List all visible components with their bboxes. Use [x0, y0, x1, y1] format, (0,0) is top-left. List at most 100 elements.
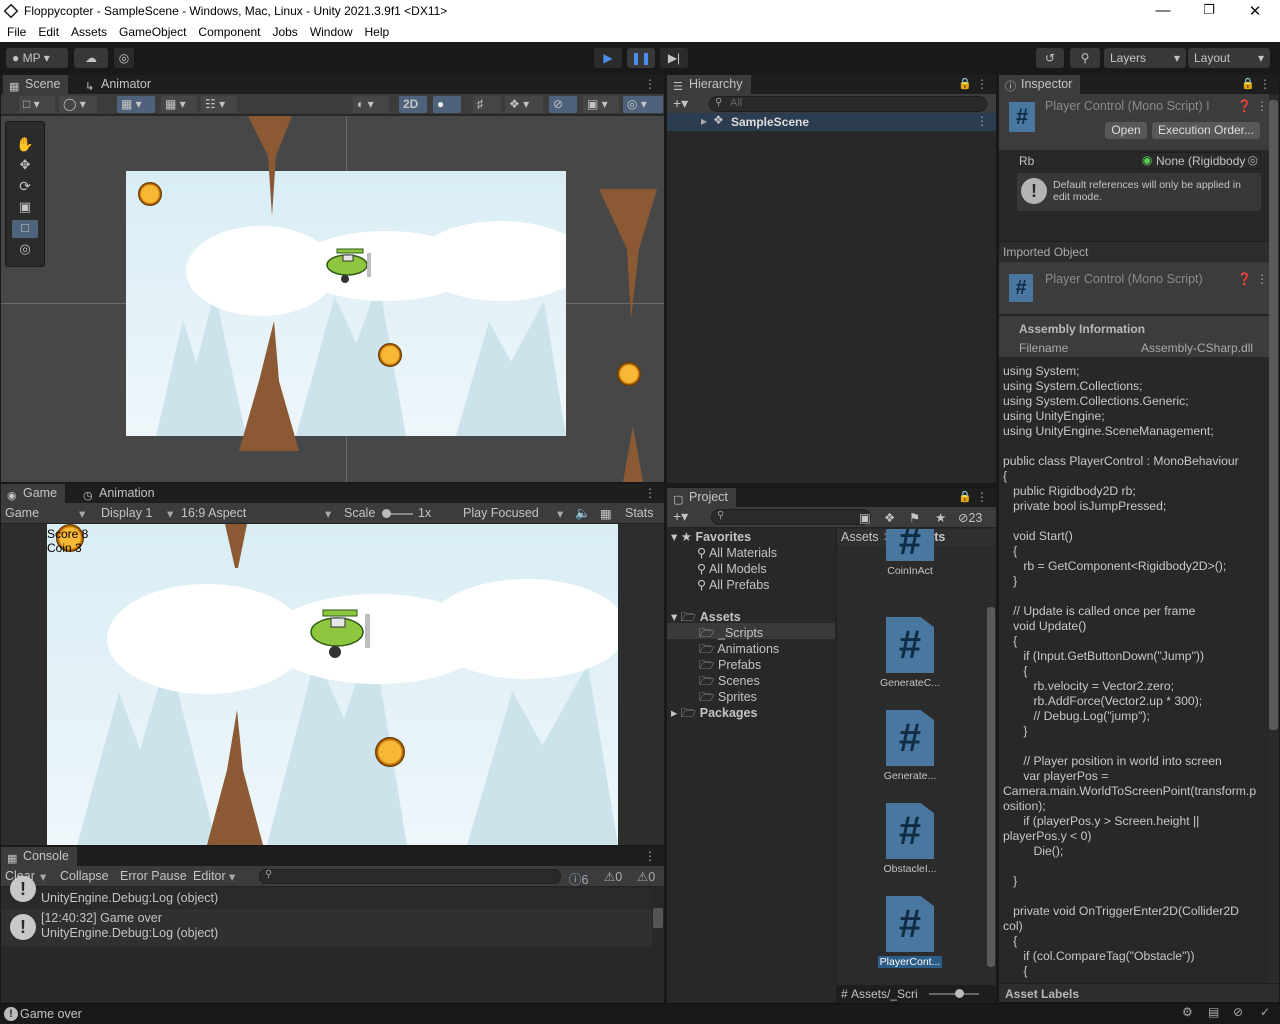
scale-tool-icon[interactable]: ▣	[12, 199, 38, 217]
script-asset[interactable]: # Generate...	[875, 710, 945, 782]
audio-icon[interactable]: ♯	[473, 96, 501, 113]
account-dropdown[interactable]: ● MP ▾	[6, 48, 68, 68]
visibility-icon[interactable]: ⊘	[549, 96, 577, 113]
step-button[interactable]: ▶|	[660, 48, 688, 68]
icon-size-slider[interactable]	[929, 993, 979, 995]
error-count-toggle[interactable]: ⚠0	[637, 869, 655, 884]
more-icon[interactable]: ⋮	[1256, 272, 1268, 286]
hierarchy-search-input[interactable]: ⚲ All	[709, 96, 987, 112]
scale-slider-handle[interactable]	[382, 509, 391, 518]
more-icon[interactable]: ⋮	[644, 849, 656, 863]
tab-scene[interactable]: ▦ Scene	[3, 75, 69, 94]
object-picker-icon[interactable]: ◎	[1247, 153, 1258, 167]
search-by-type-icon[interactable]: ▣	[859, 510, 871, 525]
more-icon[interactable]: ⋮	[976, 114, 988, 128]
open-button[interactable]: Open	[1105, 122, 1147, 139]
tab-project[interactable]: ▢ Project	[667, 488, 736, 507]
tab-hierarchy[interactable]: ☰ Hierarchy	[667, 75, 751, 94]
menu-assets[interactable]: Assets	[64, 23, 112, 39]
play-button[interactable]: ▶	[594, 48, 622, 68]
tab-animator[interactable]: ↳ Animator	[79, 75, 159, 94]
menu-jobs[interactable]: Jobs	[265, 23, 302, 39]
menu-edit[interactable]: Edit	[31, 23, 64, 39]
layers-dropdown[interactable]: Layers ▾	[1104, 48, 1186, 68]
scene-viewport[interactable]: ✋ ✥ ⟳ ▣ □ ◎	[1, 116, 664, 482]
aspect-dropdown[interactable]: 16:9 Aspect	[181, 506, 246, 520]
tag-icon[interactable]: ⚑	[909, 510, 920, 525]
script-asset[interactable]: # CoinInAct	[875, 529, 945, 577]
pause-button[interactable]: ❚❚	[627, 48, 655, 68]
editor-dropdown[interactable]: Editor	[193, 869, 226, 883]
camera-dropdown[interactable]: ▣ ▾	[583, 96, 619, 113]
console-search-input[interactable]: ⚲	[259, 869, 561, 884]
favorite-all-materials[interactable]: ⚲ All Materials	[697, 545, 777, 560]
hand-tool-icon[interactable]: ✋	[12, 136, 38, 154]
stats-grid-icon[interactable]: ▦	[600, 506, 612, 521]
menu-file[interactable]: File	[0, 23, 31, 39]
project-search-input[interactable]: ⚲	[711, 509, 871, 525]
help-icon[interactable]: ❓	[1237, 99, 1252, 113]
lighting-icon[interactable]: ●	[433, 96, 461, 113]
lock-icon[interactable]: 🔒	[958, 490, 972, 503]
add-icon[interactable]: +▾	[673, 508, 688, 525]
search-by-label-icon[interactable]: ❖	[884, 510, 895, 525]
snap-increment-dropdown[interactable]: ▦ ▾	[161, 96, 197, 113]
display-dropdown[interactable]: Display 1	[101, 506, 152, 520]
asset-grid-scrollbar[interactable]	[987, 547, 996, 987]
help-icon[interactable]: ❓	[1237, 272, 1252, 286]
console-scrollbar[interactable]	[653, 908, 663, 928]
progress-icon[interactable]: ▤	[1208, 1005, 1219, 1019]
favorite-star-icon[interactable]: ★	[935, 510, 946, 525]
console-entry[interactable]: ! UnityEngine.Debug:Log (object)	[1, 876, 652, 908]
more-icon[interactable]: ⋮	[644, 486, 656, 500]
maximize-icon[interactable]: ❐	[1199, 2, 1219, 18]
script-asset[interactable]: # GenerateC...	[875, 617, 945, 689]
menu-help[interactable]: Help	[358, 23, 395, 39]
tab-animation[interactable]: ◷ Animation	[77, 484, 163, 503]
script-asset-selected[interactable]: # PlayerCont...	[875, 896, 945, 968]
add-icon[interactable]: +▾	[673, 95, 688, 112]
rect-tool-icon[interactable]: □	[12, 220, 38, 238]
draw-mode-dropdown[interactable]: □ ▾	[19, 96, 55, 113]
stats-button[interactable]: Stats	[625, 506, 654, 520]
effects-dropdown[interactable]: ❖ ▾	[505, 96, 543, 113]
console-entry[interactable]: ! [12:40:32] Game over UnityEngine.Debug…	[1, 909, 652, 946]
hierarchy-row-scene[interactable]: ▸ ❖ SampleScene ⋮	[667, 113, 996, 131]
lock-icon[interactable]: 🔒	[958, 77, 972, 90]
menu-gameobject[interactable]: GameObject	[112, 23, 191, 39]
tab-inspector[interactable]: ⓘ Inspector	[999, 75, 1081, 94]
favorite-all-models[interactable]: ⚲ All Models	[697, 561, 767, 576]
hidden-packages-toggle[interactable]: ⊘23	[958, 510, 982, 525]
tab-game[interactable]: ◉ Game	[1, 484, 66, 503]
collapse-button[interactable]: Collapse	[60, 869, 109, 883]
breadcrumb-assets[interactable]: Assets	[841, 530, 879, 544]
favorite-all-prefabs[interactable]: ⚲ All Prefabs	[697, 577, 769, 592]
search-icon[interactable]: ⚲	[1070, 48, 1100, 68]
game-view-dropdown[interactable]: Game	[5, 506, 39, 520]
auto-generate-lighting-icon[interactable]: ⊘	[1233, 1005, 1243, 1019]
lock-icon[interactable]: 🔒	[1241, 77, 1255, 90]
ruler-dropdown[interactable]: ☷ ▾	[201, 96, 237, 113]
execution-order-button[interactable]: Execution Order...	[1152, 122, 1260, 139]
grid-snap-dropdown[interactable]: ▦ ▾	[117, 96, 155, 113]
more-icon[interactable]: ⋮	[1259, 77, 1271, 91]
more-icon[interactable]: ⋮	[976, 77, 988, 91]
transform-tool-icon[interactable]: ◎	[12, 241, 38, 259]
favorites-section[interactable]: ▾ ★ Favorites	[671, 529, 751, 544]
layout-dropdown[interactable]: Layout ▾	[1188, 48, 1270, 68]
collab-icon[interactable]: ◎	[114, 48, 134, 68]
rb-object-field[interactable]: ◉ None (Rigidbody ◎	[1139, 152, 1261, 169]
menu-window[interactable]: Window	[303, 23, 358, 39]
error-pause-button[interactable]: Error Pause	[120, 869, 187, 883]
status-message[interactable]: Game over	[20, 1007, 82, 1021]
rotate-tool-icon[interactable]: ⟳	[12, 178, 38, 196]
more-icon[interactable]: ⋮	[644, 77, 656, 91]
game-viewport[interactable]: Score 8 Coin 3	[47, 524, 618, 845]
gizmo-global-dropdown[interactable]: ◯ ▾	[59, 96, 97, 113]
more-icon[interactable]: ⋮	[1256, 99, 1268, 113]
cloud-icon[interactable]: ☁	[74, 48, 108, 68]
toggle-2d-button[interactable]: 2D	[399, 96, 427, 113]
cache-server-icon[interactable]: ✓	[1260, 1005, 1270, 1019]
close-icon[interactable]: ✕	[1245, 2, 1265, 20]
script-asset[interactable]: # ObstacleI...	[875, 803, 945, 875]
